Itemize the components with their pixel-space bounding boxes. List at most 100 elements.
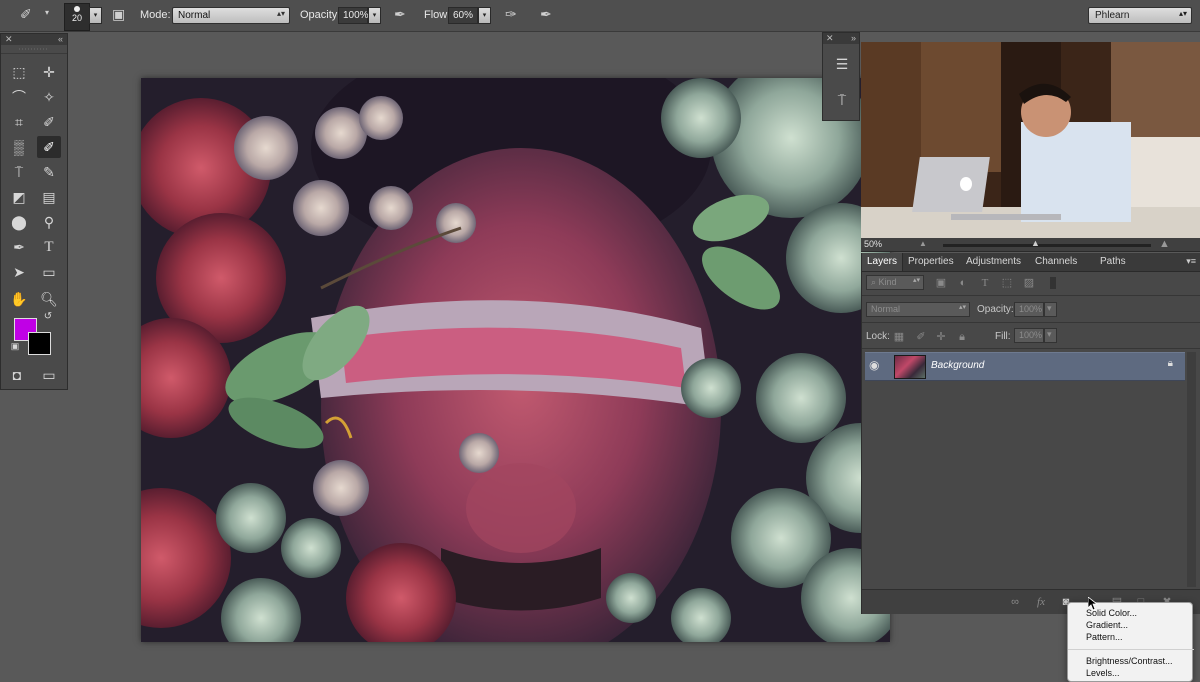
- expand-icon[interactable]: »: [851, 33, 856, 43]
- background-color-swatch[interactable]: [28, 332, 51, 355]
- filter-kind-dropdown[interactable]: ⌕ Kind ▴▾: [866, 275, 924, 290]
- filter-smart-object-icon[interactable]: ▨: [1022, 276, 1036, 290]
- tab-adjustments[interactable]: Adjustments: [961, 253, 1026, 271]
- blend-mode-dropdown[interactable]: Normal ▴▾: [866, 302, 970, 317]
- flow-input[interactable]: 60%: [448, 7, 478, 24]
- clone-stamp-tool-icon[interactable]: ⍑: [7, 161, 31, 183]
- marquee-tool-icon[interactable]: ⬚: [7, 61, 31, 83]
- close-icon[interactable]: ✕: [5, 34, 13, 44]
- brush-panel-toggle-icon[interactable]: ▣: [112, 6, 125, 23]
- collapse-icon[interactable]: «: [58, 34, 63, 44]
- blur-tool-icon[interactable]: ⬤: [7, 211, 31, 233]
- brush-size-value: 20: [71, 13, 82, 23]
- crop-tool-icon[interactable]: ⌗: [7, 111, 31, 133]
- gradient-tool-icon[interactable]: ▤: [37, 186, 61, 208]
- mini-panel-header: ✕ »: [823, 33, 859, 44]
- brush-tool-icon[interactable]: ✐: [20, 6, 32, 23]
- eraser-tool-icon[interactable]: ◩: [7, 186, 31, 208]
- brush-preset-picker[interactable]: 20: [64, 3, 90, 31]
- zoom-slider-thumb[interactable]: ▲: [1031, 238, 1040, 248]
- workspace-dropdown[interactable]: Phlearn ▴▾: [1088, 7, 1192, 24]
- opacity-value: 100%: [343, 10, 369, 21]
- visibility-eye-icon[interactable]: ◉: [869, 358, 879, 372]
- filter-shape-icon[interactable]: ⬚: [1000, 276, 1014, 290]
- default-colors-icon[interactable]: ▣: [9, 340, 21, 352]
- menu-item-levels[interactable]: Levels...: [1086, 668, 1120, 678]
- opacity-slider-arrow[interactable]: ▾: [368, 7, 381, 24]
- magic-wand-tool-icon[interactable]: ✧: [37, 86, 61, 108]
- clone-source-icon[interactable]: ⍑: [830, 89, 854, 111]
- pressure-opacity-icon[interactable]: ✒: [394, 6, 406, 23]
- tab-channels[interactable]: Channels: [1030, 253, 1082, 271]
- mode-dropdown[interactable]: Normal ▴▾: [172, 7, 290, 24]
- filter-toggle[interactable]: [1050, 277, 1056, 289]
- history-brush-tool-icon[interactable]: ✎: [37, 161, 61, 183]
- menu-item-gradient[interactable]: Gradient...: [1086, 620, 1128, 630]
- brush-tool-icon[interactable]: ✐: [37, 136, 61, 158]
- rectangle-tool-icon[interactable]: ▭: [37, 261, 61, 283]
- layer-thumbnail[interactable]: [894, 355, 926, 379]
- eyedropper-tool-icon[interactable]: ✐: [37, 111, 61, 133]
- layer-opacity-value: 100%: [1019, 304, 1043, 314]
- mode-label: Mode:: [140, 9, 171, 21]
- healing-brush-tool-icon[interactable]: ▒: [7, 136, 31, 158]
- hand-tool-icon[interactable]: ✋: [7, 288, 31, 310]
- screen-mode-icon[interactable]: ▭: [37, 364, 61, 386]
- opacity-input[interactable]: 100%: [338, 7, 369, 24]
- brush-picker-arrow[interactable]: ▾: [89, 7, 102, 24]
- zoom-slider-track[interactable]: [943, 244, 1151, 247]
- lock-pixels-icon[interactable]: ✐: [914, 330, 928, 344]
- fill-arrow[interactable]: ▾: [1044, 328, 1057, 343]
- tool-preset-dropdown-icon[interactable]: ▾: [45, 8, 49, 17]
- zoom-out-icon[interactable]: ▲: [919, 239, 927, 248]
- canvas-photo: [141, 78, 890, 642]
- layer-opacity-input[interactable]: 100%: [1014, 302, 1044, 317]
- zoom-in-icon[interactable]: ▲: [1159, 238, 1170, 250]
- document-canvas[interactable]: [141, 78, 890, 642]
- lock-position-icon[interactable]: ✛: [934, 330, 948, 344]
- filter-adjustment-icon[interactable]: ◐: [956, 276, 970, 290]
- filter-type-icon[interactable]: T: [978, 276, 992, 290]
- dodge-tool-icon[interactable]: ⚲: [37, 211, 61, 233]
- quick-mask-icon[interactable]: ◘: [5, 364, 29, 386]
- tab-paths[interactable]: Paths: [1095, 253, 1131, 271]
- type-tool-icon[interactable]: T: [37, 236, 61, 258]
- opacity-label: Opacity:: [300, 9, 341, 21]
- panel-grip[interactable]: [1, 45, 67, 54]
- tab-properties[interactable]: Properties: [903, 253, 959, 271]
- panel-menu-icon[interactable]: ▾≡: [1186, 256, 1196, 267]
- link-layers-icon[interactable]: ∞: [1008, 595, 1022, 609]
- flow-label: Flow:: [424, 9, 451, 21]
- layer-name[interactable]: Background: [931, 360, 984, 371]
- panel-tab-row: Layers Properties Adjustments Channels P…: [862, 253, 1200, 272]
- move-tool-icon[interactable]: ✛: [37, 61, 61, 83]
- tab-layers[interactable]: Layers: [862, 253, 904, 271]
- close-icon[interactable]: ✕: [826, 33, 834, 43]
- pen-tool-icon[interactable]: ✒: [7, 236, 31, 258]
- menu-item-pattern[interactable]: Pattern...: [1086, 632, 1123, 642]
- lock-transparent-icon[interactable]: ▦: [892, 330, 906, 344]
- zoom-tool-icon[interactable]: 🔍︎: [37, 288, 61, 310]
- fill-value: 100%: [1019, 330, 1043, 340]
- chevron-updown-icon: ▴▾: [912, 277, 920, 284]
- menu-item-brightness-contrast[interactable]: Brightness/Contrast...: [1086, 656, 1173, 666]
- swap-colors-icon[interactable]: ↺: [41, 311, 55, 323]
- filter-pixel-icon[interactable]: ▣: [934, 276, 948, 290]
- path-selection-tool-icon[interactable]: ➤: [7, 261, 31, 283]
- fill-input[interactable]: 100%: [1014, 328, 1044, 343]
- layer-opacity-arrow[interactable]: ▾: [1044, 302, 1057, 317]
- lock-icon[interactable]: 🔒︎: [1168, 358, 1173, 369]
- layer-row-background[interactable]: ◉ Background 🔒︎: [865, 352, 1185, 381]
- instructor-video: [861, 42, 1200, 238]
- layers-scrollbar[interactable]: [1187, 352, 1196, 587]
- brush-tip-icon: [74, 6, 80, 12]
- pressure-size-icon[interactable]: ✒: [540, 6, 552, 23]
- airbrush-icon[interactable]: ✑: [505, 6, 517, 23]
- fx-icon[interactable]: fx: [1034, 595, 1048, 609]
- lock-all-icon[interactable]: 🔒︎: [955, 330, 969, 344]
- brush-settings-icon[interactable]: ☰: [830, 53, 854, 75]
- zoom-value[interactable]: 50%: [864, 239, 882, 249]
- mouse-cursor-icon: [1088, 597, 1098, 611]
- lasso-tool-icon[interactable]: ⌒: [7, 86, 31, 108]
- flow-slider-arrow[interactable]: ▾: [478, 7, 491, 24]
